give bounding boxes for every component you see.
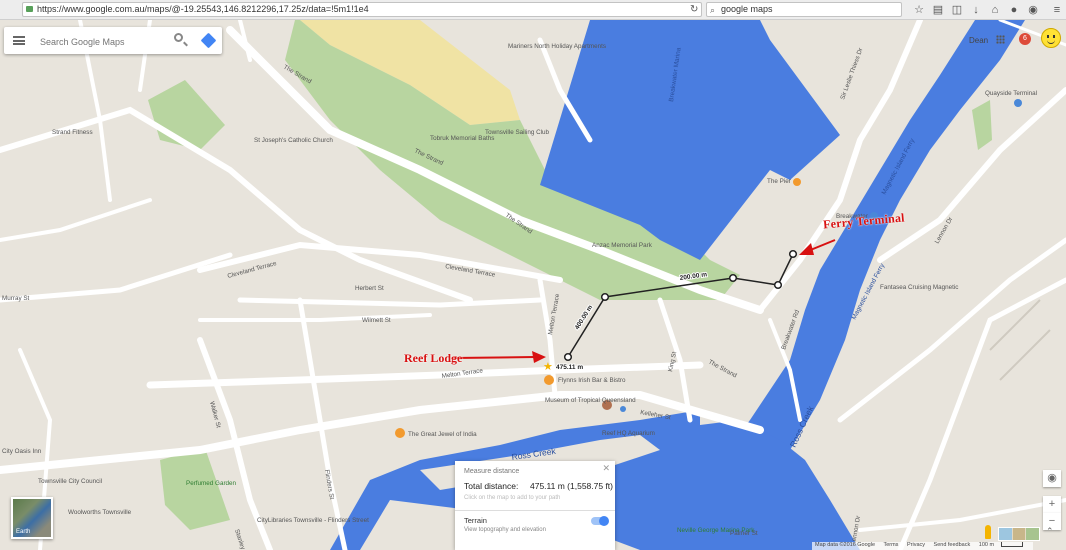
chat-icon[interactable]: ● <box>1007 3 1021 17</box>
place-label: Perfumed Garden <box>186 480 237 487</box>
browser-search-field[interactable]: ⌕ google maps <box>706 2 902 17</box>
reef-lodge-annotation: Reef Lodge <box>404 351 463 365</box>
close-icon[interactable]: ✕ <box>602 463 610 474</box>
place-label: Flynns Irish Bar & Bistro <box>558 377 626 384</box>
url-text: https://www.google.com.au/maps/@-19.2554… <box>37 4 369 14</box>
place-label: CityLibraries Townsville - Flinders Stre… <box>257 517 369 524</box>
ferry-icon <box>1014 99 1022 107</box>
place-label: Fantasea Cruising Magnetic <box>880 284 958 291</box>
measure-point-start <box>563 352 573 362</box>
attribution-text: Map data ©2016 Google <box>815 542 876 548</box>
measure-point <box>600 292 610 302</box>
maps-search-box <box>4 27 222 54</box>
my-location-button[interactable]: ◉ <box>1043 470 1061 487</box>
account-name[interactable]: Dean <box>969 36 988 45</box>
place-label: Townsville City Council <box>38 478 102 485</box>
search-input[interactable] <box>38 33 170 50</box>
place-label: Museum of Tropical Queensland <box>545 397 636 404</box>
search-icon[interactable] <box>174 33 183 42</box>
zoom-in-button[interactable]: + <box>1043 496 1061 513</box>
scale-bar <box>1001 542 1024 548</box>
browser-toolbar: https://www.google.com.au/maps/@-19.2554… <box>0 0 1066 20</box>
search-engine-icon: ⌕ <box>710 5 716 15</box>
divider <box>455 510 615 511</box>
terrain-label: Terrain <box>464 516 487 525</box>
place-label: The Pier <box>767 178 791 185</box>
place-label: Anzac Memorial Park <box>592 242 653 249</box>
place-label: Townsville Sailing Club <box>485 129 550 136</box>
restaurant-icon <box>793 178 801 186</box>
street-label: Herbert St <box>355 285 384 292</box>
imagery-thumbnails[interactable] <box>998 527 1040 541</box>
browser-search-text: google maps <box>721 4 773 14</box>
bookmark-star-icon[interactable]: ☆ <box>912 3 926 17</box>
map-footer: Map data ©2016 Google Terms Privacy Send… <box>812 542 1034 550</box>
notification-badge[interactable]: 6 <box>1019 33 1031 45</box>
menu-icon[interactable] <box>13 36 25 45</box>
earth-view-button[interactable]: Earth <box>11 497 53 539</box>
measure-point <box>728 273 738 283</box>
street-label: Murray St <box>2 295 30 302</box>
total-distance-label: Total distance: <box>464 481 519 491</box>
hamburger-menu-icon[interactable]: ≡ <box>1050 3 1064 17</box>
place-label: Tobruk Memorial Baths <box>430 135 494 142</box>
pocket-icon[interactable]: ◫ <box>950 3 964 17</box>
download-icon[interactable]: ↓ <box>969 3 983 17</box>
restaurant-icon <box>544 375 554 385</box>
star-icon: ★ <box>543 361 553 373</box>
scale-label: 100 m <box>978 542 995 548</box>
place-label: Woolworths Townsville <box>68 509 132 516</box>
measure-distance-card: ✕ Measure distance Total distance: 475.1… <box>455 461 615 550</box>
street-label: Palmer St <box>730 530 758 537</box>
place-label: Reef HQ Aquarium <box>602 430 655 437</box>
place-label: Mariners North Holiday Apartments <box>508 43 606 50</box>
apps-grid-icon[interactable] <box>996 35 1005 44</box>
terrain-toggle[interactable] <box>591 516 609 526</box>
place-label: The Great Jewel of India <box>408 431 477 438</box>
privacy-link[interactable]: Privacy <box>907 542 925 548</box>
directions-icon[interactable] <box>200 32 217 49</box>
place-label: Strand Fitness <box>52 129 93 136</box>
place-label: Quayside Terminal <box>985 90 1037 97</box>
home-icon[interactable]: ⌂ <box>988 3 1002 17</box>
endpoint-distance-label: 475.11 m <box>556 364 583 371</box>
place-label: City Oasis Inn <box>2 448 42 455</box>
reef-arrow <box>452 356 536 359</box>
address-bar[interactable]: https://www.google.com.au/maps/@-19.2554… <box>22 2 702 17</box>
measure-hint: Click on the map to add to your path <box>464 495 561 501</box>
place-label: St Joseph's Catholic Church <box>254 137 333 144</box>
street-label: Wilmett St <box>362 317 391 324</box>
extension-icon[interactable]: ◉ <box>1026 3 1040 17</box>
terrain-description: View topography and elevation <box>464 527 546 533</box>
bus-icon <box>620 406 626 412</box>
pegman-icon[interactable] <box>985 525 991 539</box>
measure-point <box>773 280 783 290</box>
earth-label: Earth <box>16 529 31 535</box>
profile-smiley-icon[interactable] <box>1041 28 1061 48</box>
lock-icon <box>26 6 33 12</box>
expand-chevron-icon[interactable]: ⌃ <box>1046 526 1054 537</box>
total-distance-value: 475.11 m (1,558.75 ft) <box>530 481 614 491</box>
reading-list-icon[interactable]: ▤ <box>931 3 945 17</box>
measure-title: Measure distance <box>464 468 520 475</box>
reload-icon[interactable]: ↻ <box>690 4 698 15</box>
terms-link[interactable]: Terms <box>883 542 898 548</box>
feedback-link[interactable]: Send feedback <box>934 542 971 548</box>
measure-point-end <box>788 249 798 259</box>
restaurant-icon <box>395 428 405 438</box>
